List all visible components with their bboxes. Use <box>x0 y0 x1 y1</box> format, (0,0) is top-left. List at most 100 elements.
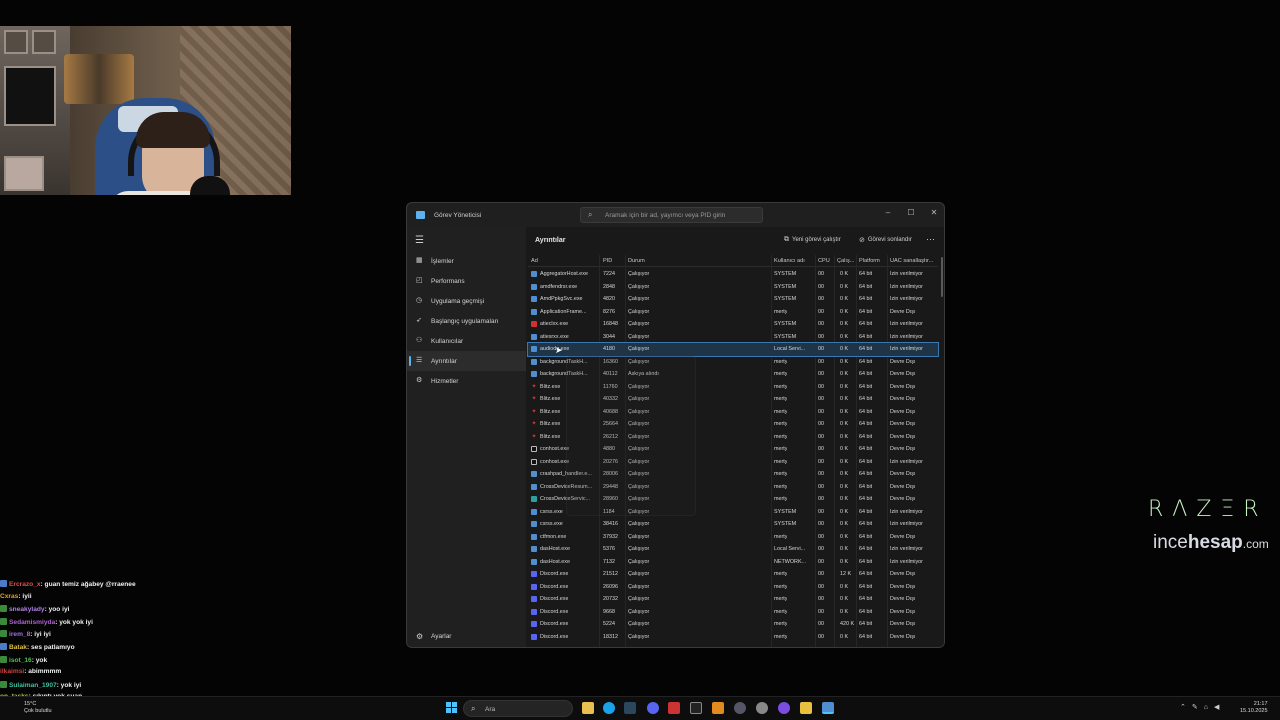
cell-mem: 0 K <box>840 521 849 527</box>
sidebar-item-users[interactable]: ⚇ Kullanıcılar <box>407 331 526 351</box>
chat-username[interactable]: isot_16 <box>9 657 32 664</box>
minimize-button[interactable]: – <box>877 205 899 221</box>
file-explorer-icon[interactable] <box>582 702 594 714</box>
table-row[interactable]: ApplicationFrame... 8276 Çalışıyor merty 00 0… <box>528 306 938 319</box>
mouse-cursor-icon: ➤ <box>555 345 563 355</box>
cell-mem: 0 K <box>840 583 849 590</box>
cell-mem: 0 K <box>840 371 849 377</box>
process-icon <box>531 571 537 577</box>
table-row[interactable]: atiesrxx.exe 3044 Çalışıyor SYSTEM 00 0 K 64 b… <box>528 331 938 344</box>
cell-cpu: 00 <box>818 358 824 365</box>
shelf-box <box>4 30 28 54</box>
settings-button[interactable]: ⚙ Ayarlar <box>407 627 526 647</box>
table-row[interactable]: dasHost.exe 7132 Çalışıyor NETWORK... 00 0 K 6… <box>528 556 938 569</box>
cell-pid: 5224 <box>603 621 615 627</box>
column-header-cpu[interactable]: CPU <box>818 258 830 264</box>
table-row[interactable]: audiodg.exe 4180 Çalışıyor Local Servi... 00… <box>527 342 939 357</box>
table-row[interactable]: Discord.exe 18312 Çalışıyor merty 00 0 K 64 bi… <box>528 631 938 644</box>
column-header-uac[interactable]: UAC sanallaştır... <box>890 258 933 264</box>
cell-pid: 8276 <box>603 308 615 315</box>
chat-badge-icon <box>0 655 7 663</box>
sidebar-item-details[interactable]: ☰ Ayrıntılar <box>407 351 526 371</box>
run-new-task-button[interactable]: ⧉ Yeni görevi çalıştır <box>784 236 841 244</box>
sidebar-item-processes[interactable]: ▦ İşlemler <box>407 251 526 271</box>
cell-platform: 64 bit <box>859 296 873 302</box>
chat-text: : guan temiz ağabey @rraenee <box>40 581 136 588</box>
table-row[interactable]: AmdPpkgSvc.exe 4820 Çalışıyor SYSTEM 00 0 K 64… <box>528 293 938 306</box>
edge-icon[interactable] <box>603 702 615 714</box>
close-button[interactable]: ✕ <box>923 205 944 221</box>
cell-platform: 64 bit <box>859 508 873 515</box>
cell-uac: İzin verilmiyor <box>890 546 923 552</box>
app-icon[interactable] <box>734 702 746 714</box>
maximize-button[interactable]: ☐ <box>900 205 922 221</box>
start-button-icon[interactable] <box>446 702 458 714</box>
cell-cpu: 00 <box>818 596 824 602</box>
cell-platform: 64 bit <box>859 308 873 315</box>
column-header-status[interactable]: Durum <box>628 258 645 264</box>
cell-name: ctfmon.exe <box>540 533 567 540</box>
taskbar-search[interactable]: ⌕ Ara <box>463 700 573 717</box>
chat-username[interactable]: Cxras <box>0 593 18 600</box>
sidebar-item-performance[interactable]: ◰ Performans <box>407 271 526 291</box>
column-header-memory[interactable]: Çalış... <box>837 258 854 264</box>
chat-username[interactable]: Sedamismiyda <box>9 619 55 626</box>
chat-username[interactable]: Ercrazo_x <box>9 581 41 588</box>
discord-icon[interactable] <box>647 702 659 714</box>
cell-cpu: 00 <box>818 483 824 490</box>
app-icon[interactable] <box>800 702 812 714</box>
cell-status: Çalışıyor <box>628 321 650 327</box>
cell-uac: Devre Dışı <box>890 396 916 402</box>
cell-pid: 20732 <box>603 596 618 602</box>
table-row[interactable]: ctfmon.exe 37932 Çalışıyor merty 00 0 K 64 bit… <box>528 531 938 544</box>
table-row[interactable]: csrss.exe 38416 Çalışıyor SYSTEM 00 0 K 64 bit… <box>528 518 938 531</box>
chat-username[interactable]: irem_8 <box>9 631 30 638</box>
vertical-scrollbar[interactable] <box>941 257 943 297</box>
table-row[interactable]: Discord.exe 5224 Çalışıyor merty 00 420 K 64 b… <box>528 618 938 631</box>
cell-platform: 64 bit <box>859 558 873 565</box>
title-bar[interactable]: Görev Yöneticisi ⌕ Aramak için bir ad, y… <box>407 203 944 227</box>
sidebar-item-app-history[interactable]: ◷ Uygulama geçmişi <box>407 291 526 311</box>
app-icon[interactable] <box>756 702 768 714</box>
table-row[interactable]: AggregatorHost.exe 7224 Çalışıyor SYSTEM 00 0… <box>528 268 938 281</box>
steam-icon[interactable] <box>624 702 636 714</box>
table-row[interactable]: Discord.exe 9668 Çalışıyor merty 00 0 K 64 bit… <box>528 606 938 619</box>
chat-username[interactable]: Sulaiman_1907 <box>9 682 57 689</box>
app-icon[interactable] <box>712 702 724 714</box>
weather-widget[interactable]: 15°C Çok bulutlu <box>24 701 52 715</box>
cell-platform: 64 bit <box>859 421 873 427</box>
sidebar-item-services[interactable]: ⚙ Hizmetler <box>407 371 526 391</box>
column-header-platform[interactable]: Platform <box>859 258 880 264</box>
system-tray[interactable]: ⌃✎⌂◀ <box>1180 703 1225 711</box>
clock[interactable]: 21:17 15.10.2025 <box>1240 701 1268 715</box>
column-header-pid[interactable]: PID <box>603 258 612 264</box>
table-row[interactable]: Discord.exe 26096 Çalışıyor merty 00 0 K 64 bi… <box>528 581 938 594</box>
chat-username[interactable]: sneakylady <box>9 606 45 613</box>
table-row[interactable]: atieclxx.exe 16848 Çalışıyor SYSTEM 00 0 K 64 … <box>528 318 938 331</box>
chat-message: Ercrazo_x: guan temiz ağabey @rraenee <box>0 580 136 592</box>
chat-username[interactable]: Batak <box>9 644 27 651</box>
table-row[interactable]: Discord.exe 21512 Çalışıyor merty 00 12 K 64 b… <box>528 568 938 581</box>
search-input[interactable]: ⌕ Aramak için bir ad, yayımcı veya PID g… <box>580 207 763 223</box>
sidebar-item-startup-apps[interactable]: ➶ Başlangıç uygulamaları <box>407 311 526 331</box>
cell-platform: 64 bit <box>859 471 873 477</box>
more-options-button[interactable]: ⋯ <box>926 234 935 245</box>
column-header-name[interactable]: Ad <box>531 258 538 264</box>
cell-user: SYSTEM <box>774 333 797 340</box>
cell-cpu: 00 <box>818 558 824 565</box>
table-row[interactable]: dasHost.exe 5376 Çalışıyor Local Servi... 00… <box>528 543 938 556</box>
task-manager-taskbar-icon[interactable] <box>822 702 834 714</box>
cell-name: Discord.exe <box>540 621 569 627</box>
hamburger-menu-icon[interactable]: ☰ <box>415 235 424 246</box>
end-task-button[interactable]: ⊘ Görevi sonlandır <box>859 236 912 244</box>
column-header-username[interactable]: Kullanıcı adı <box>774 258 805 264</box>
table-row[interactable]: amdfendrsr.exe 2848 Çalışıyor SYSTEM 00 0 K 64… <box>528 281 938 294</box>
app-icon[interactable] <box>668 702 680 714</box>
table-row[interactable]: Discord.exe 20732 Çalışıyor merty 00 0 K 64 bi… <box>528 593 938 606</box>
app-icon[interactable] <box>690 702 702 714</box>
app-icon[interactable] <box>778 702 790 714</box>
process-icon <box>531 596 537 602</box>
cell-name: Blitz.exe <box>540 433 561 440</box>
process-icon <box>531 446 537 452</box>
chat-username[interactable]: ilkaimsi <box>0 668 24 675</box>
